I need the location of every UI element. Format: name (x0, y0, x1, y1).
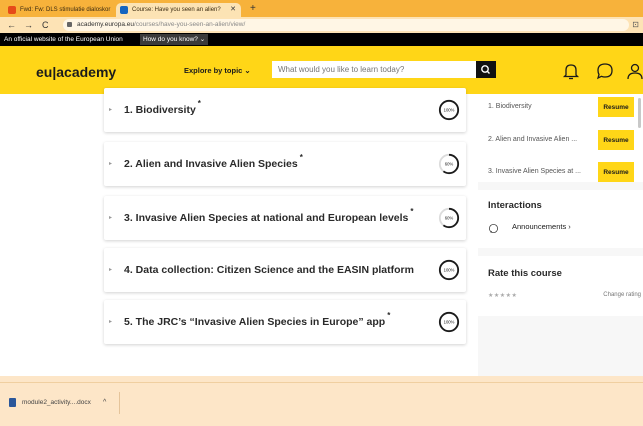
eu-academy-logo[interactable]: eu|academy (36, 64, 116, 80)
module-title: 5. The JRC’s “Invasive Alien Species in … (124, 311, 391, 328)
tab-title: Fwd: Fw: DLS stimulatie dialoskor (20, 7, 111, 13)
progress-ring: 100% (438, 99, 460, 121)
new-tab-icon[interactable]: + (250, 2, 256, 16)
progress-label: 100% (444, 268, 455, 273)
interactions-title: Interactions (488, 200, 542, 211)
module-title: 4. Data collection: Citizen Science and … (124, 264, 414, 276)
forward-arrow-icon[interactable]: → (24, 18, 33, 32)
resume-button[interactable]: Resume (598, 97, 634, 117)
course-sidebar: 1. Biodiversity Resume 2. Alien and Inva… (478, 94, 643, 376)
search-input[interactable] (272, 61, 476, 78)
resume-row: 2. Alien and Invasive Alien ... Resume (488, 128, 636, 152)
search-button[interactable] (476, 61, 496, 78)
search-icon (481, 65, 490, 74)
reload-icon[interactable]: C (42, 18, 49, 32)
user-profile-icon[interactable] (626, 60, 643, 82)
progress-label: 60% (445, 162, 454, 167)
mail-favicon-icon (8, 6, 16, 14)
extension-icon[interactable]: ⊡ (632, 20, 639, 29)
progress-ring: 60% (438, 207, 460, 229)
resume-item-label[interactable]: 3. Invasive Alien Species at ... (488, 160, 591, 182)
back-arrow-icon[interactable]: ← (7, 18, 16, 32)
chevron-up-icon[interactable]: ^ (103, 392, 106, 414)
module-card-3[interactable]: ▸ 3. Invasive Alien Species at national … (104, 196, 466, 240)
expand-caret-icon[interactable]: ▸ (109, 88, 112, 132)
how-do-you-know-button[interactable]: How do you know? ⌄ (140, 34, 209, 45)
interactions-panel: Interactions Announcements › (478, 190, 643, 248)
expand-caret-icon[interactable]: ▸ (109, 142, 112, 186)
module-card-4[interactable]: ▸ 4. Data collection: Citizen Science an… (104, 248, 466, 292)
progress-label: 100% (444, 320, 455, 325)
official-site-text: An official website of the European Unio… (4, 36, 123, 43)
expand-caret-icon[interactable]: ▸ (109, 196, 112, 240)
resume-item-label[interactable]: 2. Alien and Invasive Alien ... (488, 128, 591, 152)
expand-caret-icon[interactable]: ▸ (109, 248, 112, 292)
download-item[interactable]: module2_activity....docx ^ (7, 392, 120, 414)
progress-ring: 60% (438, 153, 460, 175)
resume-panel: 1. Biodiversity Resume 2. Alien and Inva… (478, 94, 643, 182)
module-card-5[interactable]: ▸ 5. The JRC’s “Invasive Alien Species i… (104, 300, 466, 344)
tab-title: Course: Have you seen an alien? (132, 7, 221, 13)
progress-label: 60% (445, 216, 454, 221)
module-title: 1. Biodiversity* (124, 99, 201, 116)
close-tab-icon[interactable]: ✕ (230, 3, 236, 17)
download-filename: module2_activity....docx (22, 399, 91, 406)
announcement-chat-icon (488, 223, 499, 234)
eu-official-banner: An official website of the European Unio… (0, 33, 643, 46)
address-bar[interactable]: academy.europa.eu/courses/have-you-seen-… (63, 19, 629, 31)
lock-icon (67, 22, 72, 27)
download-bar: module2_activity....docx ^ (0, 382, 643, 426)
explore-by-topic-menu[interactable]: Explore by topic ⌄ (184, 66, 251, 75)
word-document-icon (9, 398, 16, 407)
browser-tab-course[interactable]: Course: Have you seen an alien? ✕ (116, 3, 241, 17)
academy-favicon-icon (120, 6, 128, 14)
progress-ring: 100% (438, 259, 460, 281)
resume-button[interactable]: Resume (598, 130, 634, 150)
progress-label: 100% (444, 108, 455, 113)
announcements-link[interactable]: Announcements › (512, 222, 571, 231)
url-host: academy.europa.eu (77, 21, 134, 28)
resume-scrollbar[interactable] (638, 98, 641, 128)
chat-bubble-icon[interactable] (594, 60, 616, 82)
site-header: eu|academy Explore by topic ⌄ (0, 46, 643, 94)
module-title: 2. Alien and Invasive Alien Species* (124, 153, 303, 170)
browser-tab-strip: Fwd: Fw: DLS stimulatie dialoskor Course… (0, 0, 643, 17)
resume-row: 1. Biodiversity Resume (488, 95, 636, 119)
module-title: 3. Invasive Alien Species at national an… (124, 207, 414, 224)
resume-button[interactable]: Resume (598, 162, 634, 182)
module-card-1[interactable]: ▸ 1. Biodiversity* 100% (104, 88, 466, 132)
notification-bell-icon[interactable] (560, 60, 582, 82)
rate-course-title: Rate this course (488, 268, 562, 279)
rate-course-panel: Rate this course ★★★★★ Change rating (478, 256, 643, 316)
expand-caret-icon[interactable]: ▸ (109, 300, 112, 344)
resume-row: 3. Invasive Alien Species at ... Resume (488, 160, 636, 182)
browser-toolbar: ← → C academy.europa.eu/courses/have-you… (0, 17, 643, 33)
module-card-2[interactable]: ▸ 2. Alien and Invasive Alien Species* 6… (104, 142, 466, 186)
resume-item-label[interactable]: 1. Biodiversity (488, 95, 591, 119)
progress-ring: 100% (438, 311, 460, 333)
url-path: /courses/have-you-seen-an-alien/view/ (133, 21, 246, 28)
change-rating-link[interactable]: Change rating (603, 292, 641, 298)
star-rating[interactable]: ★★★★★ (488, 292, 517, 299)
